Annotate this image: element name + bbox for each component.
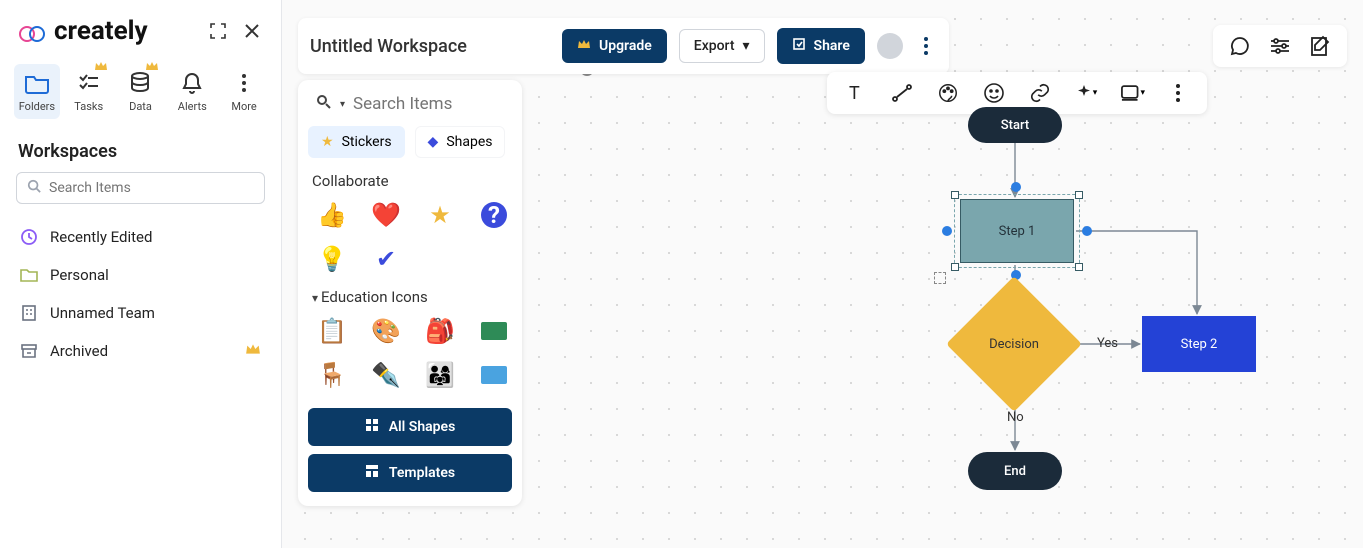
nav-tile-label: Data [129, 100, 152, 113]
nav-tile-alerts[interactable]: Alerts [169, 64, 215, 119]
selection-box [954, 194, 1080, 268]
port-left[interactable] [942, 226, 952, 236]
nav-tile-label: Tasks [74, 100, 103, 113]
resize-handle-se[interactable] [1075, 263, 1083, 271]
sidebar-header-actions [207, 20, 263, 42]
sidebar-item-label: Recently Edited [50, 228, 152, 246]
node-label: Step 2 [1181, 337, 1218, 352]
crown-icon [245, 342, 261, 360]
node-decision[interactable]: Decision [966, 296, 1062, 392]
sidebar-item-archived[interactable]: Archived [10, 332, 271, 370]
search-icon [27, 179, 41, 197]
aux-handle[interactable] [934, 272, 946, 284]
clock-icon [20, 228, 38, 246]
crown-badge-icon [94, 60, 108, 72]
sidebar-item-label: Archived [50, 342, 108, 360]
sidebar-item-personal[interactable]: Personal [10, 256, 271, 294]
flowchart-canvas: Start Step 1 Decision Yes No Step 2 End [282, 0, 1363, 548]
workspace-list: Recently Edited Personal Unnamed Team Ar… [0, 214, 281, 374]
node-step2[interactable]: Step 2 [1142, 316, 1256, 372]
crown-badge-icon [145, 60, 159, 72]
sidebar-header: creately [0, 0, 281, 54]
node-end[interactable]: End [968, 452, 1062, 490]
archive-icon [20, 342, 38, 360]
more-icon [230, 70, 258, 96]
sidebar-item-label: Unnamed Team [50, 304, 155, 322]
resize-handle-nw[interactable] [951, 191, 959, 199]
node-label: Decision [989, 337, 1039, 352]
node-start[interactable]: Start [968, 107, 1062, 143]
nav-tiles: Folders Tasks Data Alerts [0, 54, 281, 135]
expand-icon[interactable] [207, 20, 229, 42]
tasks-icon [75, 70, 103, 96]
nav-tile-label: Folders [19, 100, 55, 113]
folder-open-icon [20, 266, 38, 284]
close-icon[interactable] [241, 20, 263, 42]
building-icon [20, 304, 38, 322]
sidebar-item-recently-edited[interactable]: Recently Edited [10, 218, 271, 256]
bell-icon [178, 70, 206, 96]
nav-tile-tasks[interactable]: Tasks [66, 64, 112, 119]
node-label: End [1004, 464, 1026, 479]
nav-tile-label: More [231, 100, 256, 113]
resize-handle-ne[interactable] [1075, 191, 1083, 199]
nav-tile-folders[interactable]: Folders [14, 64, 60, 119]
data-icon [126, 70, 154, 96]
canvas-area[interactable]: Upgrade Export ▾ Share [282, 0, 1363, 548]
brand-logo-icon [18, 21, 48, 41]
connectors [282, 0, 1363, 548]
brand[interactable]: creately [18, 16, 148, 46]
folder-icon [23, 70, 51, 96]
left-sidebar: creately Folders [0, 0, 282, 548]
nav-tile-more[interactable]: More [221, 64, 267, 119]
edge-label-yes: Yes [1097, 336, 1118, 351]
nav-tile-data[interactable]: Data [118, 64, 164, 119]
node-label: Start [1001, 118, 1029, 133]
brand-name: creately [54, 16, 148, 46]
edge-label-no: No [1007, 410, 1024, 425]
port-right[interactable] [1082, 226, 1092, 236]
nav-tile-label: Alerts [178, 100, 207, 113]
workspace-search[interactable] [16, 172, 265, 204]
sidebar-item-team[interactable]: Unnamed Team [10, 294, 271, 332]
workspace-search-input[interactable] [49, 180, 254, 196]
workspaces-heading: Workspaces [0, 135, 281, 172]
port-top[interactable] [1011, 182, 1021, 192]
resize-handle-sw[interactable] [951, 263, 959, 271]
sidebar-item-label: Personal [50, 266, 109, 284]
